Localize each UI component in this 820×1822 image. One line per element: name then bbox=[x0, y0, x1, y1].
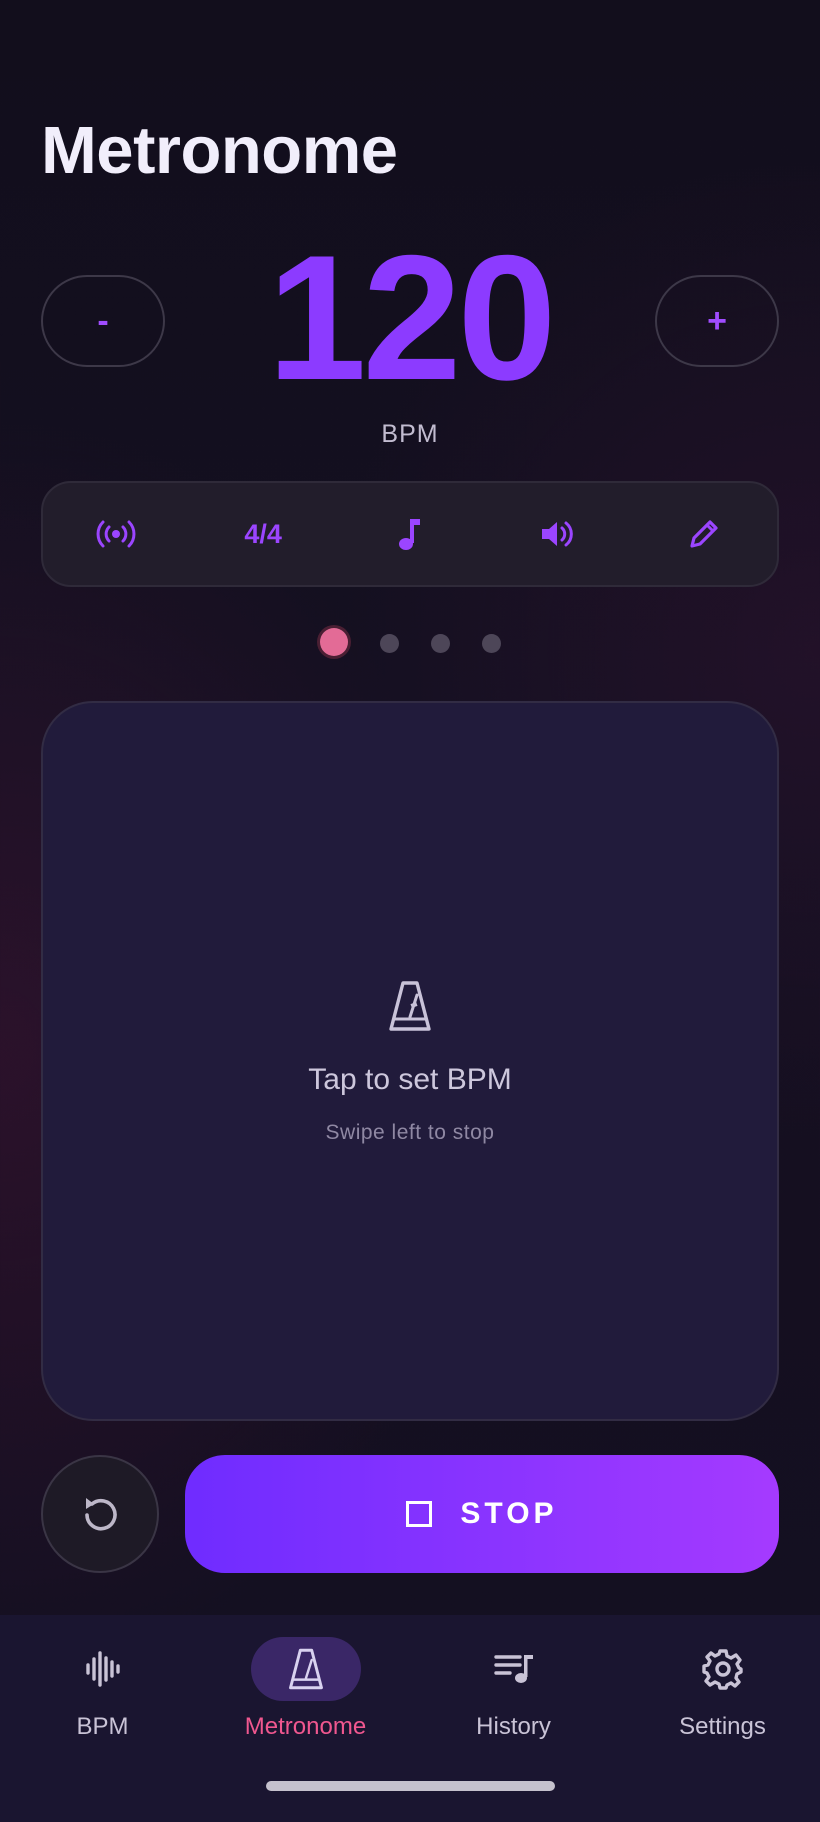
nav-label-bpm: BPM bbox=[76, 1713, 129, 1740]
nav-item-history[interactable]: History bbox=[411, 1637, 616, 1757]
nav-item-metronome[interactable]: Metronome bbox=[203, 1637, 408, 1757]
beat-dot bbox=[379, 634, 399, 653]
beat-dot bbox=[481, 634, 501, 653]
home-indicator bbox=[266, 1781, 555, 1791]
nav-label-metronome: Metronome bbox=[244, 1713, 367, 1740]
increment-label: + bbox=[707, 301, 727, 340]
sound-button[interactable] bbox=[365, 499, 455, 569]
music-note-icon bbox=[398, 519, 420, 550]
reset-button[interactable] bbox=[41, 1455, 159, 1573]
nav-item-bpm[interactable]: BPM bbox=[0, 1637, 205, 1757]
bpm-unit-label: BPM bbox=[381, 420, 439, 448]
time-signature-label: 4/4 bbox=[244, 518, 282, 549]
metronome-icon bbox=[288, 1648, 323, 1690]
playlist-icon bbox=[493, 1655, 533, 1683]
metronome-icon bbox=[389, 981, 431, 1031]
edit-button[interactable] bbox=[659, 499, 749, 569]
sync-button[interactable] bbox=[71, 499, 161, 569]
beat-dot bbox=[430, 634, 450, 653]
broadcast-icon bbox=[96, 520, 136, 548]
pencil-icon bbox=[689, 520, 718, 548]
volume-button[interactable] bbox=[512, 499, 602, 569]
tap-subtitle: Swipe left to stop bbox=[325, 1121, 495, 1144]
stop-label: STOP bbox=[460, 1497, 558, 1530]
increment-bpm-button[interactable]: + bbox=[655, 275, 779, 367]
quick-settings-bar: 4/4 bbox=[41, 481, 779, 587]
gear-icon bbox=[701, 1649, 743, 1690]
nav-item-settings[interactable]: Settings bbox=[620, 1637, 820, 1757]
reset-icon bbox=[85, 1498, 117, 1531]
stop-button[interactable]: STOP bbox=[185, 1455, 779, 1573]
tap-title: Tap to set BPM bbox=[308, 1063, 512, 1096]
volume-icon bbox=[541, 521, 573, 547]
beat-dot-active bbox=[319, 628, 348, 656]
nav-label-history: History bbox=[476, 1713, 551, 1740]
waveform-icon bbox=[85, 1651, 120, 1687]
time-signature-button[interactable]: 4/4 bbox=[218, 499, 308, 569]
stop-square-icon bbox=[406, 1501, 433, 1527]
nav-label-settings: Settings bbox=[679, 1713, 766, 1740]
beat-indicator bbox=[0, 628, 820, 656]
tap-area[interactable]: Tap to set BPM Swipe left to stop bbox=[41, 701, 779, 1421]
page-title: Metronome bbox=[41, 113, 398, 188]
